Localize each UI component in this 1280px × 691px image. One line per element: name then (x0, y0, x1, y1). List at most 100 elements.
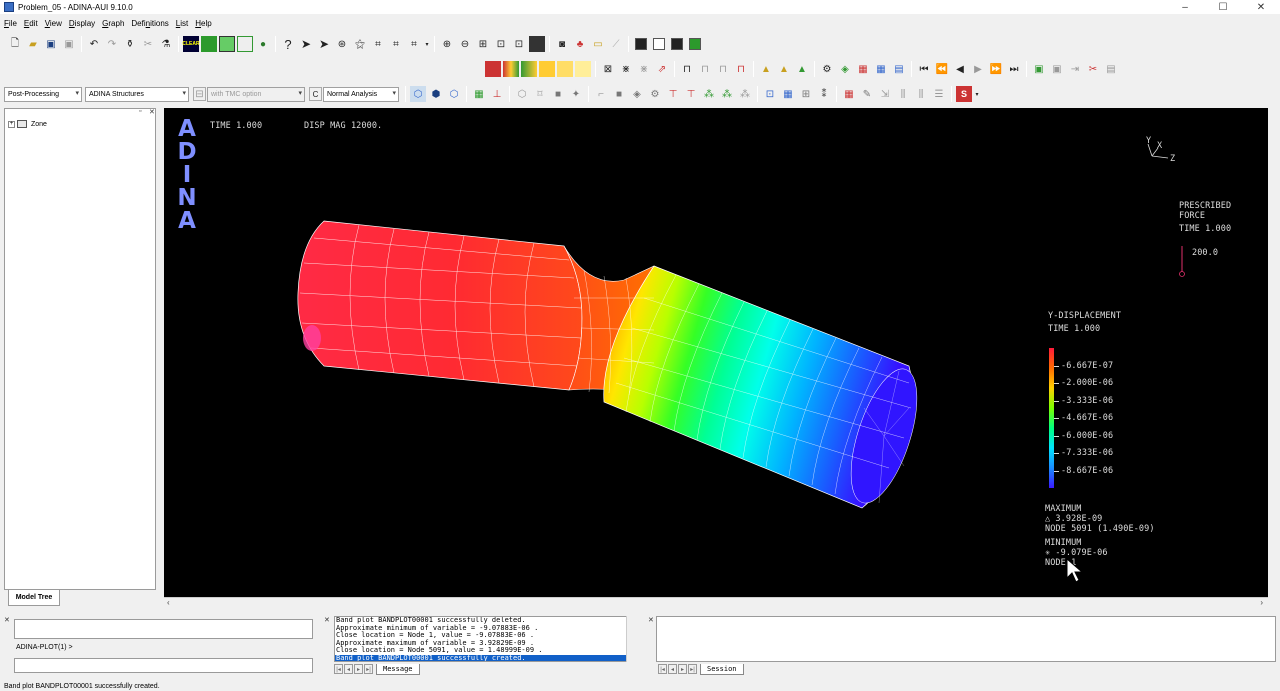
expand-icon[interactable]: + (8, 120, 15, 128)
prev-frame-icon[interactable]: ◀ (952, 61, 968, 77)
cut-icon[interactable]: ✂ (140, 36, 156, 52)
last-tab-icon[interactable]: ▸| (688, 664, 697, 674)
camera-icon[interactable]: ◙ (554, 36, 570, 52)
viewport-horizontal-scrollbar[interactable]: ‹ › (164, 597, 1268, 608)
zoom-out-icon[interactable]: ⊖ (457, 36, 473, 52)
clear-icon[interactable]: CLEAR (182, 36, 200, 52)
band-yellow-icon[interactable] (539, 61, 555, 77)
wire-view-icon[interactable]: ⬡ (446, 86, 462, 102)
body-icon[interactable]: ✦ (568, 86, 584, 102)
first-tab-icon[interactable]: |◂ (334, 664, 343, 674)
prev-tab-icon[interactable]: ◂ (668, 664, 677, 674)
vector-icon[interactable]: ⋇ (618, 61, 634, 77)
restore-icon[interactable]: ▫ (139, 108, 141, 115)
load-green-icon[interactable]: ▲ (794, 61, 810, 77)
message-line-selected[interactable]: Band plot BANDPLOT00001 successfully cre… (335, 654, 636, 661)
split-icon[interactable]: ⫼ (895, 86, 911, 102)
redraw-icon[interactable]: ⊡ (511, 36, 527, 52)
nodes-gray-icon[interactable]: ⁂ (737, 86, 753, 102)
tab-model-tree[interactable]: Model Tree (8, 590, 60, 606)
shade-icon[interactable]: ◈ (837, 61, 853, 77)
first-frame-icon[interactable]: ⏮ (916, 61, 932, 77)
play-icon[interactable]: ⇥ (1067, 61, 1083, 77)
solid-view-icon[interactable]: ⬢ (428, 86, 444, 102)
menu-help[interactable]: Help (195, 19, 211, 28)
undo-icon[interactable]: ↶ (86, 36, 102, 52)
movie-alt-icon[interactable]: ▣ (1049, 61, 1065, 77)
edge-icon[interactable]: ⌐ (593, 86, 609, 102)
movie-icon[interactable]: ▣ (1031, 61, 1047, 77)
movie-save-icon[interactable]: ▤ (1103, 61, 1119, 77)
fit-icon[interactable]: ⊡ (493, 36, 509, 52)
element-group-icon[interactable]: ⌗ (388, 36, 404, 52)
module-combo[interactable]: Post-Processing ▾ (4, 86, 82, 102)
measure-icon[interactable]: ⟋ (608, 36, 624, 52)
view-grid-icon[interactable] (669, 36, 685, 52)
help-icon[interactable]: ? (280, 36, 296, 52)
volume-icon[interactable]: ◈ (629, 86, 645, 102)
scroll-right-icon[interactable]: › (1260, 598, 1263, 607)
command-input[interactable] (14, 658, 313, 673)
frame-icon[interactable]: ⊓ (679, 61, 695, 77)
element-select-icon[interactable]: ⌗ (370, 36, 386, 52)
menu-definitions[interactable]: Definitions (131, 19, 168, 28)
color-grid-icon[interactable]: ▦ (841, 86, 857, 102)
point-icon[interactable]: ⌑ (532, 86, 548, 102)
menu-file[interactable]: File (4, 19, 17, 28)
close-command-panel-icon[interactable]: ✕ (4, 616, 10, 624)
cluster-icon[interactable]: ♣ (572, 36, 588, 52)
first-tab-icon[interactable]: |◂ (658, 664, 667, 674)
zoom-window-icon[interactable]: ⊞ (475, 36, 491, 52)
last-tab-icon[interactable]: ▸| (364, 664, 373, 674)
prev-tab-icon[interactable]: ◂ (344, 664, 353, 674)
fast-forward-icon[interactable]: ⏩ (988, 61, 1004, 77)
menu-display[interactable]: Display (69, 19, 95, 28)
next-tab-icon[interactable]: ▸ (354, 664, 363, 674)
analysis-combo[interactable]: Normal Analysis ▾ (323, 86, 399, 102)
program-combo[interactable]: ADINA Structures ▾ (85, 86, 189, 102)
delete-movie-icon[interactable]: ✂ (1085, 61, 1101, 77)
tree-item-zone[interactable]: + Zone (8, 120, 47, 128)
close-session-panel-icon[interactable]: ✕ (648, 616, 654, 624)
style-icon[interactable]: S (956, 86, 972, 102)
c-icon[interactable]: C (309, 87, 322, 101)
view-single-icon[interactable] (633, 36, 649, 52)
close-message-panel-icon[interactable]: ✕ (324, 616, 330, 624)
lock-icon[interactable]: ⊟ (193, 87, 206, 101)
last-frame-icon[interactable]: ⏭ (1006, 61, 1022, 77)
tee-alt-icon[interactable]: ⊤ (683, 86, 699, 102)
axis-icon[interactable]: ⊥ (489, 86, 505, 102)
mesh-display-icon[interactable] (529, 36, 545, 52)
dropdown-arrow-icon[interactable]: ▾ (974, 86, 980, 102)
mesh-icon[interactable] (201, 36, 217, 52)
band-list-icon[interactable] (575, 61, 591, 77)
iso-view-icon[interactable]: ⬡ (410, 86, 426, 102)
face-icon[interactable]: ■ (611, 86, 627, 102)
rewind-icon[interactable]: ⏪ (934, 61, 950, 77)
boundary-pattern-icon[interactable]: ⁑ (816, 86, 832, 102)
close-button[interactable]: ✕ (1242, 0, 1280, 14)
mesh-plot-icon[interactable] (219, 36, 235, 52)
next-frame-icon[interactable]: ▶ (970, 61, 986, 77)
boundary-grid-icon[interactable]: ▦ (780, 86, 796, 102)
geometry-icon[interactable]: ⬡ (514, 86, 530, 102)
gear-icon[interactable]: ⚙ (647, 86, 663, 102)
minimize-button[interactable]: – (1166, 0, 1204, 14)
surface-icon[interactable]: ■ (550, 86, 566, 102)
zoom-in-icon[interactable]: ⊕ (439, 36, 455, 52)
dropdown-arrow-icon[interactable]: ▾ (424, 36, 430, 52)
view-window-icon[interactable] (687, 36, 703, 52)
arrows-icon[interactable]: ⇗ (654, 61, 670, 77)
scroll-left-icon[interactable]: ‹ (167, 598, 170, 607)
load-plot-icon[interactable]: ● (255, 36, 271, 52)
arrow-gray-icon[interactable]: ⇲ (877, 86, 893, 102)
band-green-icon[interactable] (521, 61, 537, 77)
tab-message[interactable]: Message (376, 663, 420, 675)
pick-icon[interactable]: ➤ (298, 36, 314, 52)
list-gray-icon[interactable]: ☰ (931, 86, 947, 102)
frame-alt-icon[interactable]: ⊓ (697, 61, 713, 77)
frame-gray-icon[interactable]: ⊓ (715, 61, 731, 77)
open-folder-icon[interactable]: ▰ (25, 36, 41, 52)
load-icon[interactable]: ▲ (758, 61, 774, 77)
zone-select-icon[interactable]: ⚝ (352, 36, 368, 52)
